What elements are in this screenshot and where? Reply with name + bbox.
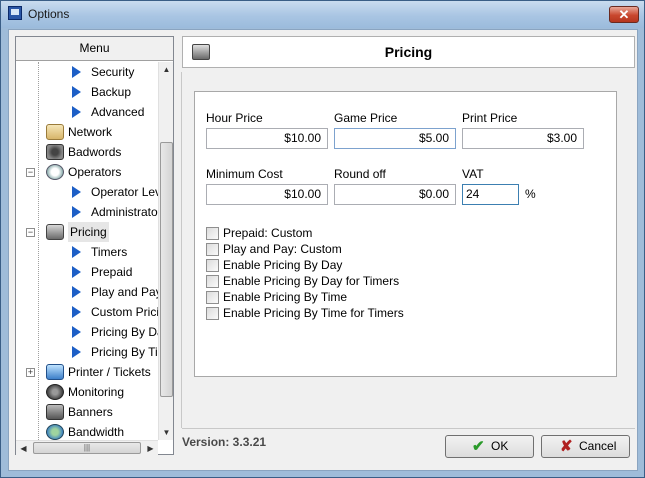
vertical-scroll-thumb[interactable] — [160, 142, 173, 397]
page-title: Pricing — [384, 44, 433, 60]
network-icon — [46, 124, 64, 140]
blue-arrow-icon — [72, 186, 81, 198]
blue-arrow-icon — [72, 346, 81, 358]
badwords-icon — [46, 144, 64, 160]
menu-panel: Menu Security Backup Advanced Network Ba… — [15, 36, 174, 455]
blue-arrow-icon — [72, 326, 81, 338]
minimum-cost-input[interactable]: $10.00 — [206, 184, 328, 205]
scroll-up-arrow-icon[interactable]: ▲ — [159, 62, 174, 77]
pricing-icon — [46, 224, 64, 240]
menu-tree: Security Backup Advanced Network Badword… — [16, 62, 158, 440]
scroll-right-arrow-icon[interactable]: ▶ — [143, 441, 158, 456]
menu-item-pricing-by-day[interactable]: Pricing By Da — [16, 322, 158, 342]
blue-arrow-icon — [72, 86, 81, 98]
game-price-input[interactable]: $5.00 — [334, 128, 456, 149]
vat-input[interactable]: 24 — [462, 184, 519, 205]
menu-item-timers[interactable]: Timers — [16, 242, 158, 262]
hour-price-label: Hour Price — [206, 111, 263, 125]
pricing-form: Hour Price $10.00 Game Price $5.00 Print… — [194, 91, 617, 377]
blue-arrow-icon — [72, 66, 81, 78]
menu-item-network[interactable]: Network — [16, 122, 158, 142]
menu-item-pricing[interactable]: − Pricing — [16, 222, 158, 242]
close-button[interactable]: ✕ — [609, 6, 639, 23]
print-price-label: Print Price — [462, 111, 518, 125]
round-off-label: Round off — [334, 167, 386, 181]
scroll-down-arrow-icon[interactable]: ▼ — [159, 425, 174, 440]
menu-item-badwords[interactable]: Badwords — [16, 142, 158, 162]
collapse-toggle[interactable]: − — [26, 228, 35, 237]
menu-item-custom-pricing[interactable]: Custom Pricin — [16, 302, 158, 322]
page-header: Pricing — [182, 36, 635, 68]
menu-item-advanced[interactable]: Advanced — [16, 102, 158, 122]
cancel-x-icon: ✘ — [560, 438, 573, 455]
title-bar[interactable]: Options ✕ — [1, 1, 644, 28]
menu-item-bandwidth[interactable]: Bandwidth — [16, 422, 158, 440]
blue-arrow-icon — [72, 306, 81, 318]
bandwidth-icon — [46, 424, 64, 440]
version-label: Version: 3.3.21 — [182, 435, 267, 449]
blue-arrow-icon — [72, 266, 81, 278]
app-icon — [8, 6, 22, 20]
horizontal-scroll-thumb[interactable]: ||| — [33, 442, 141, 454]
operators-icon — [46, 164, 64, 180]
menu-item-prepaid[interactable]: Prepaid — [16, 262, 158, 282]
vat-percent-unit: % — [525, 187, 536, 201]
banners-icon — [46, 404, 64, 420]
menu-item-banners[interactable]: Banners — [16, 402, 158, 422]
scroll-left-arrow-icon[interactable]: ◀ — [16, 441, 31, 456]
options-window: Options ✕ Menu Security Backup Advanced … — [0, 0, 645, 478]
footer-divider — [182, 428, 635, 429]
menu-item-play-and-pay[interactable]: Play and Pay — [16, 282, 158, 302]
checkmark-icon: ✔ — [472, 438, 485, 455]
checkbox-box[interactable] — [206, 227, 219, 240]
checkbox-box[interactable] — [206, 291, 219, 304]
hour-price-input[interactable]: $10.00 — [206, 128, 328, 149]
menu-item-monitoring[interactable]: Monitoring — [16, 382, 158, 402]
menu-item-operators[interactable]: − Operators — [16, 162, 158, 182]
blue-arrow-icon — [72, 106, 81, 118]
menu-item-security[interactable]: Security — [16, 62, 158, 82]
print-price-input[interactable]: $3.00 — [462, 128, 584, 149]
cancel-button[interactable]: ✘ Cancel — [541, 435, 630, 458]
menu-item-printer-tickets[interactable]: + Printer / Tickets — [16, 362, 158, 382]
checkbox-box[interactable] — [206, 275, 219, 288]
checkbox-box[interactable] — [206, 259, 219, 272]
monitoring-icon — [46, 384, 64, 400]
minimum-cost-label: Minimum Cost — [206, 167, 283, 181]
menu-item-pricing-by-time[interactable]: Pricing By Tin — [16, 342, 158, 362]
checkbox-box[interactable] — [206, 307, 219, 320]
blue-arrow-icon — [72, 286, 81, 298]
printer-icon — [46, 364, 64, 380]
divider — [181, 72, 182, 428]
menu-item-backup[interactable]: Backup — [16, 82, 158, 102]
vat-label: VAT — [462, 167, 484, 181]
ok-button[interactable]: ✔ OK — [445, 435, 534, 458]
menu-header: Menu — [16, 37, 173, 61]
window-title: Options — [28, 7, 70, 21]
menu-horizontal-scrollbar[interactable]: ◀ ||| ▶ — [16, 440, 158, 455]
game-price-label: Game Price — [334, 111, 398, 125]
menu-item-administrator[interactable]: Administrator — [16, 202, 158, 222]
blue-arrow-icon — [72, 246, 81, 258]
checkbox-box[interactable] — [206, 243, 219, 256]
client-area: Menu Security Backup Advanced Network Ba… — [8, 29, 638, 471]
blue-arrow-icon — [72, 206, 81, 218]
expand-toggle[interactable]: + — [26, 368, 35, 377]
round-off-input[interactable]: $0.00 — [334, 184, 456, 205]
menu-item-operator-level[interactable]: Operator Leve — [16, 182, 158, 202]
collapse-toggle[interactable]: − — [26, 168, 35, 177]
menu-vertical-scrollbar[interactable]: ▲ ▼ — [158, 62, 173, 440]
